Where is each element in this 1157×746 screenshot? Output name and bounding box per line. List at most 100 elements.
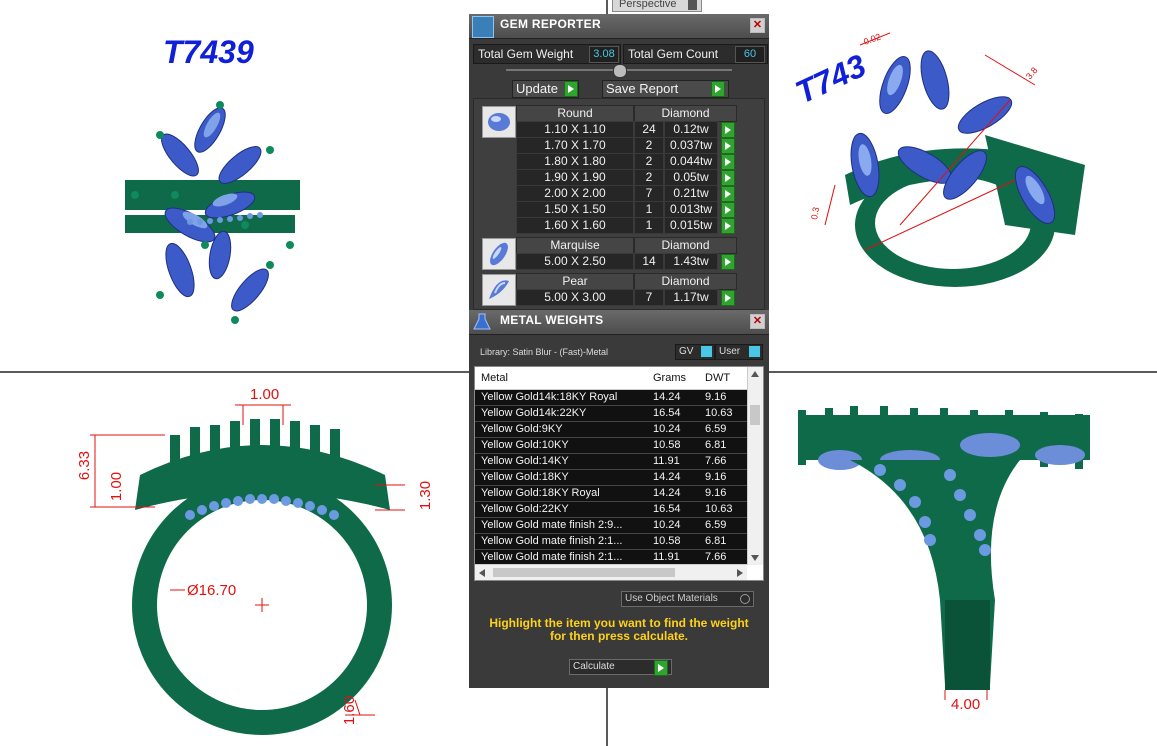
gem-weight: 0.12tw: [664, 121, 718, 138]
dim-width-top: 1.00: [250, 386, 280, 403]
gem-count: 1: [634, 217, 664, 234]
metal-dwt: 6.81: [705, 535, 727, 547]
scroll-thumb[interactable]: [493, 568, 675, 577]
close-icon[interactable]: ✕: [750, 18, 765, 33]
select-gem-button[interactable]: [721, 138, 735, 154]
metal-dwt: 9.16: [705, 487, 727, 499]
metal-grams: 14.24: [653, 391, 681, 403]
column-header-dwt[interactable]: DWT: [705, 372, 730, 384]
close-icon[interactable]: ✕: [750, 314, 765, 329]
metal-grams: 10.58: [653, 535, 681, 547]
metal-name: Yellow Gold mate finish 2:9...: [481, 519, 623, 531]
table-row[interactable]: Yellow Gold14k:18KY Royal 14.24 9.16: [475, 390, 747, 406]
total-gem-weight-value: 3.08: [589, 46, 619, 63]
gem-weight: 0.044tw: [664, 153, 718, 170]
metal-grams: 11.91: [653, 551, 680, 563]
metal-grams: 16.54: [653, 407, 681, 419]
metal-grams: 16.54: [653, 503, 681, 515]
column-header-metal[interactable]: Metal: [481, 372, 508, 384]
horizontal-scrollbar[interactable]: [475, 564, 747, 580]
gem-weight: 0.21tw: [664, 185, 718, 202]
calculate-button[interactable]: Calculate: [569, 659, 672, 676]
select-gem-button[interactable]: [721, 254, 735, 270]
metal-weights-titlebar[interactable]: METAL WEIGHTS ✕: [469, 310, 769, 335]
select-gem-button[interactable]: [721, 290, 735, 306]
viewport-menu-arrow-icon[interactable]: [688, 0, 697, 10]
gem-size: 1.10 X 1.10: [516, 121, 634, 138]
column-header-grams[interactable]: Grams: [653, 372, 686, 384]
save-report-button[interactable]: Save Report: [602, 80, 729, 98]
ring-view-bottom-right: [798, 406, 1090, 700]
table-row[interactable]: Yellow Gold:18KY Royal 14.24 9.16: [475, 486, 747, 502]
gv-toggle[interactable]: GV: [675, 344, 715, 360]
gem-reporter-titlebar[interactable]: GEM REPORTER ✕: [469, 14, 769, 39]
scroll-thumb[interactable]: [750, 405, 760, 425]
library-label: Library: Satin Blur - (Fast)-Metal: [480, 347, 609, 357]
metal-dwt: 7.66: [705, 455, 727, 467]
select-gem-button[interactable]: [721, 186, 735, 202]
dim-tr-a: 0.02: [862, 31, 882, 46]
ring-view-top-right: 0.02 3.8 0.3: [809, 31, 1085, 287]
scroll-right-icon[interactable]: [737, 569, 743, 577]
scroll-down-icon[interactable]: [751, 555, 759, 561]
vertical-scrollbar[interactable]: [747, 367, 763, 565]
table-row[interactable]: Yellow Gold mate finish 2:9... 10.24 6.59: [475, 518, 747, 534]
metal-name: Yellow Gold:18KY Royal: [481, 487, 600, 499]
slider-handle[interactable]: [613, 64, 627, 78]
gem-size: 1.70 X 1.70: [516, 137, 634, 154]
group-marquise-material: Diamond: [634, 237, 737, 254]
group-pear-material: Diamond: [634, 273, 737, 290]
metal-grams: 10.58: [653, 439, 681, 451]
select-gem-button[interactable]: [721, 170, 735, 186]
metal-dwt: 10.63: [705, 503, 733, 515]
update-button[interactable]: Update: [512, 80, 579, 98]
group-marquise-shape: Marquise: [516, 237, 634, 254]
gem-weight: 1.17tw: [664, 289, 718, 306]
use-object-materials-toggle[interactable]: Use Object Materials: [621, 591, 754, 607]
metal-grams: 10.24: [653, 423, 681, 435]
table-row[interactable]: Yellow Gold mate finish 2:1... 10.58 6.81: [475, 534, 747, 550]
gem-weight: 1.43tw: [664, 253, 718, 270]
gem-weight: 0.013tw: [664, 201, 718, 218]
table-row[interactable]: Yellow Gold:18KY 14.24 9.16: [475, 470, 747, 486]
play-icon: [564, 81, 578, 97]
scroll-up-icon[interactable]: [751, 371, 759, 377]
gem-count: 2: [634, 137, 664, 154]
group-round-material: Diamond: [634, 105, 737, 122]
model-label-top-left: T7439: [163, 34, 254, 70]
metal-name: Yellow Gold:14KY: [481, 455, 569, 467]
dim-tr-b: 3.8: [1024, 65, 1040, 81]
scroll-left-icon[interactable]: [479, 569, 485, 577]
gem-weight: 0.037tw: [664, 137, 718, 154]
gem-weight: 0.05tw: [664, 169, 718, 186]
marquise-gem-icon: [482, 238, 516, 270]
calculate-label: Calculate: [573, 661, 615, 672]
table-row[interactable]: Yellow Gold:9KY 10.24 6.59: [475, 422, 747, 438]
select-gem-button[interactable]: [721, 218, 735, 234]
table-row[interactable]: Yellow Gold:22KY 16.54 10.63: [475, 502, 747, 518]
flask-icon: [472, 312, 492, 332]
metal-grams: 14.24: [653, 471, 681, 483]
gem-count: 7: [634, 289, 664, 306]
gem-count: 1: [634, 201, 664, 218]
gem-size: 1.80 X 1.80: [516, 153, 634, 170]
gem-count: 2: [634, 153, 664, 170]
gem-size: 1.60 X 1.60: [516, 217, 634, 234]
table-row[interactable]: Yellow Gold:10KY 10.58 6.81: [475, 438, 747, 454]
metal-grams: 14.24: [653, 487, 681, 499]
total-gem-weight: Total Gem Weight 3.08: [473, 44, 621, 64]
total-gem-weight-label: Total Gem Weight: [478, 47, 574, 61]
metal-name: Yellow Gold:22KY: [481, 503, 569, 515]
hint-line-2: for then press calculate.: [549, 629, 689, 643]
select-gem-button[interactable]: [721, 122, 735, 138]
select-gem-button[interactable]: [721, 154, 735, 170]
table-row[interactable]: Yellow Gold:14KY 11.91 7.66: [475, 454, 747, 470]
select-gem-button[interactable]: [721, 202, 735, 218]
table-row[interactable]: Yellow Gold14k:22KY 16.54 10.63: [475, 406, 747, 422]
user-label: User: [719, 346, 741, 357]
user-toggle[interactable]: User: [715, 344, 763, 360]
gem-size: 1.90 X 1.90: [516, 169, 634, 186]
metal-weights-title: METAL WEIGHTS: [500, 313, 604, 327]
dim-right: 1.30: [417, 480, 435, 511]
gem-weight: 0.015tw: [664, 217, 718, 234]
